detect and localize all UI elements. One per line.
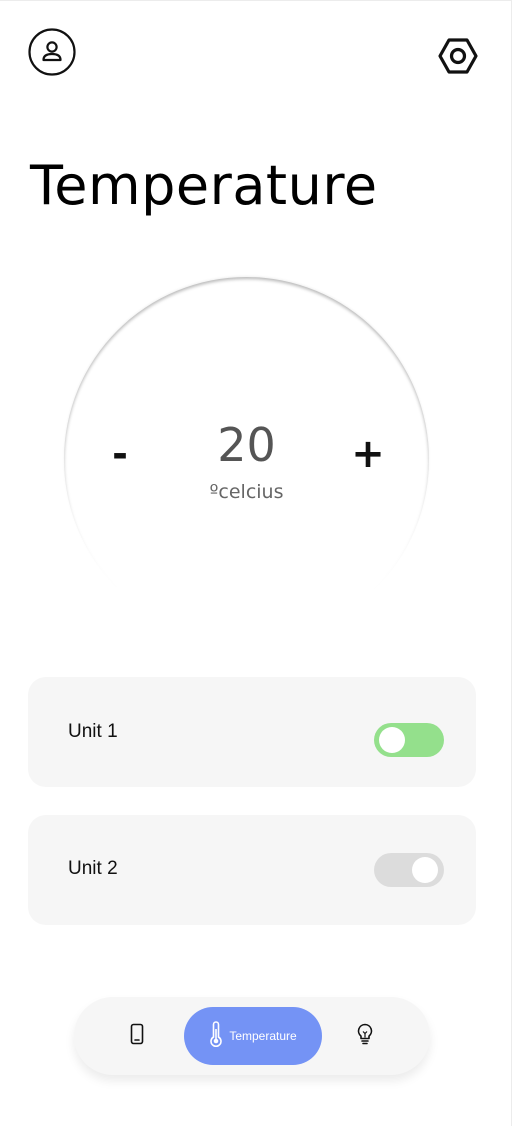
temperature-dial: - 20 ºcelcius + <box>58 277 438 657</box>
unit-2-toggle[interactable] <box>374 853 444 887</box>
lightbulb-icon <box>356 1023 374 1050</box>
user-icon <box>28 27 76 81</box>
settings-button[interactable] <box>436 36 480 80</box>
toggle-knob <box>412 857 438 883</box>
toggle-knob <box>379 727 405 753</box>
top-divider <box>0 0 512 1</box>
nav-lights[interactable] <box>352 1023 378 1049</box>
unit-card-2: Unit 2 <box>28 815 476 925</box>
thermometer-icon <box>209 1020 223 1052</box>
nav-temperature-label: Temperature <box>229 1029 297 1043</box>
page-title: Temperature <box>30 154 378 217</box>
dial-fade <box>58 447 438 657</box>
increase-button[interactable]: + <box>346 431 390 477</box>
nav-temperature[interactable]: Temperature <box>184 1007 322 1065</box>
hexagon-gear-icon <box>438 36 478 81</box>
nav-devices[interactable] <box>124 1023 150 1049</box>
profile-button[interactable] <box>28 27 76 81</box>
bottom-nav: Temperature <box>74 997 430 1075</box>
unit-1-toggle[interactable] <box>374 723 444 757</box>
phone-icon <box>130 1023 144 1050</box>
unit-label: Unit 1 <box>68 721 118 742</box>
unit-label: Unit 2 <box>68 858 118 879</box>
unit-card-1: Unit 1 <box>28 677 476 787</box>
temperature-unit: ºcelcius <box>209 481 284 503</box>
